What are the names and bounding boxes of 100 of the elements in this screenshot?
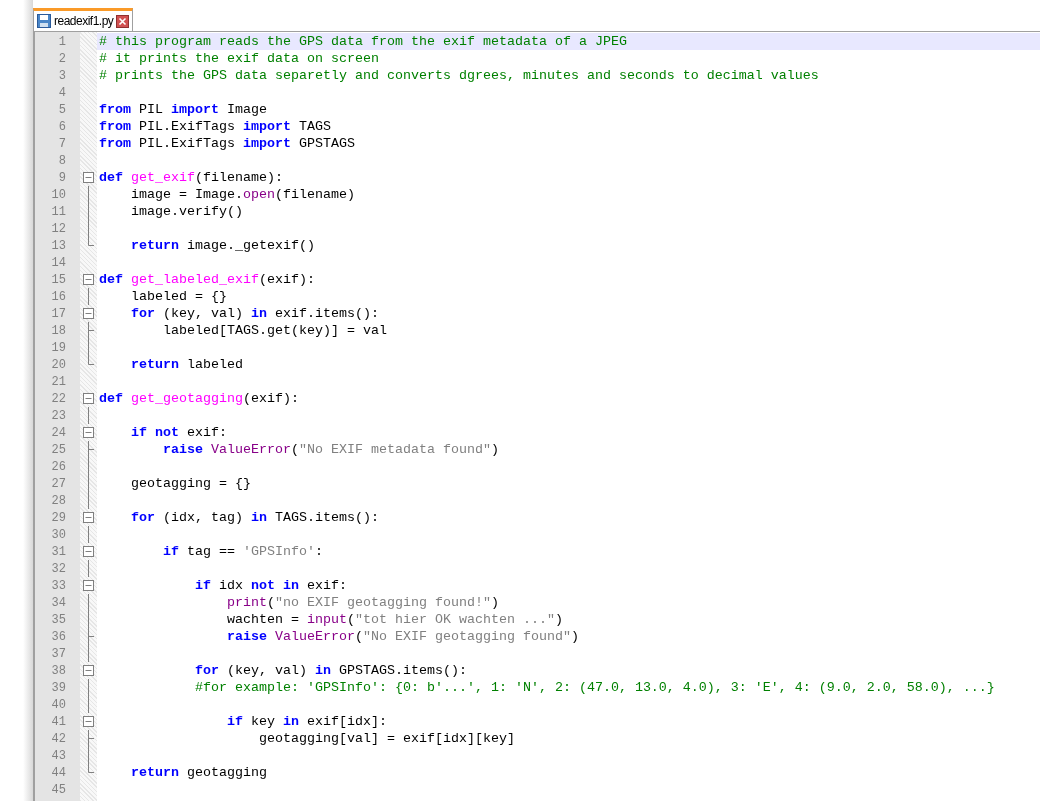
code-line: for (key, val) in exif.items():	[130, 306, 379, 321]
code-line: if idx not in exif:	[193, 578, 347, 593]
fold-branch-line	[88, 730, 94, 747]
line-number: 40	[51, 698, 66, 711]
line-number: 8	[58, 154, 66, 167]
code-line: from PIL.ExifTags import TAGS	[99, 119, 331, 134]
code-line: labeled[TAGS.get(key)] = val	[162, 323, 387, 338]
line-number: 28	[51, 494, 66, 507]
fold-guide-line	[88, 288, 89, 305]
line-number: 23	[51, 409, 66, 422]
code-line: labeled = {}	[130, 289, 227, 304]
line-number: 9	[58, 171, 66, 184]
line-number: 22	[51, 392, 66, 405]
fold-guide-line	[88, 526, 89, 543]
code-line: raise ValueError("No EXIF geotagging found")	[225, 629, 579, 644]
fold-minus-icon[interactable]	[83, 580, 94, 591]
fold-end-line	[88, 237, 94, 246]
code-line: # it prints the exif data on screen	[99, 51, 379, 66]
fold-end-line	[88, 356, 94, 365]
code-line: wachten = input("tot hier OK wachten ...")	[225, 612, 563, 627]
code-line: return geotagging	[130, 765, 267, 780]
fold-minus-icon[interactable]	[83, 546, 94, 557]
fold-branch-line	[88, 628, 94, 645]
line-number: 25	[51, 443, 66, 456]
line-number: 43	[51, 749, 66, 762]
line-number: 31	[51, 545, 66, 558]
line-number: 13	[51, 239, 66, 252]
fold-minus-icon[interactable]	[83, 274, 94, 285]
line-number: 11	[51, 205, 66, 218]
line-number: 2	[58, 52, 66, 65]
line-number: 5	[58, 103, 66, 116]
line-number: 6	[58, 120, 66, 133]
line-number: 4	[58, 86, 66, 99]
line-number: 29	[51, 511, 66, 524]
line-number: 1	[58, 35, 66, 48]
fold-minus-icon[interactable]	[83, 427, 94, 438]
code-line: print("no EXIF geotagging found!")	[225, 595, 499, 610]
file-tab[interactable]: readexif1.py	[33, 8, 134, 31]
line-number: 14	[51, 256, 66, 269]
fold-minus-icon[interactable]	[83, 512, 94, 523]
code-line: # this program reads the GPS data from the exif metadata of a JPEG	[99, 34, 627, 49]
code-line: return image._getexif()	[130, 238, 315, 253]
line-number: 20	[51, 358, 66, 371]
line-number: 27	[51, 477, 66, 490]
line-number: 12	[51, 222, 66, 235]
fold-guide-line	[88, 407, 89, 424]
line-number: 37	[51, 647, 66, 660]
code-line: geotagging = {}	[130, 476, 251, 491]
fold-minus-icon[interactable]	[83, 716, 94, 727]
close-icon[interactable]	[116, 14, 130, 28]
line-number: 39	[51, 681, 66, 694]
line-number: 3	[58, 69, 66, 82]
line-number: 44	[51, 766, 66, 779]
fold-guide-line	[88, 339, 89, 356]
code-line: if not exif:	[130, 425, 227, 440]
line-number: 16	[51, 290, 66, 303]
code-line: def get_exif(filename):	[99, 170, 283, 185]
code-line: # prints the GPS data separetly and converts dgrees, minutes and seconds to decimal values	[99, 68, 819, 83]
code-line: geotagging[val] = exif[idx][key]	[257, 731, 515, 746]
line-number: 10	[51, 188, 66, 201]
line-number: 18	[51, 324, 66, 337]
fold-guide-line	[88, 560, 89, 577]
code-line: image.verify()	[130, 204, 243, 219]
fold-minus-icon[interactable]	[83, 308, 94, 319]
line-number: 36	[51, 630, 66, 643]
line-number: 45	[51, 783, 66, 796]
code-line: return labeled	[130, 357, 243, 372]
line-number: 19	[51, 341, 66, 354]
line-number: 34	[51, 596, 66, 609]
code-line: from PIL.ExifTags import GPSTAGS	[99, 136, 355, 151]
fold-guide-line	[88, 747, 89, 764]
line-number: 21	[51, 375, 66, 388]
line-number: 17	[51, 307, 66, 320]
line-number: 30	[51, 528, 66, 541]
tab-title: readexif1.py	[54, 13, 114, 30]
code-line: if key in exif[idx]:	[225, 714, 387, 729]
line-number: 15	[51, 273, 66, 286]
fold-minus-icon[interactable]	[83, 665, 94, 676]
code-line: raise ValueError("No EXIF metadata found")	[162, 442, 499, 457]
line-number: 35	[51, 613, 66, 626]
line-number: 42	[51, 732, 66, 745]
line-number: 26	[51, 460, 66, 473]
code-line: def get_labeled_exif(exif):	[99, 272, 315, 287]
line-number: 33	[51, 579, 66, 592]
fold-branch-line	[88, 441, 94, 458]
line-number: 38	[51, 664, 66, 677]
line-number: 41	[51, 715, 66, 728]
fold-branch-line	[88, 322, 94, 339]
line-number: 7	[58, 137, 66, 150]
line-number: 24	[51, 426, 66, 439]
line-number: 32	[51, 562, 66, 575]
code-line: if tag == 'GPSInfo':	[162, 544, 323, 559]
code-line: image = Image.open(filename)	[130, 187, 355, 202]
fold-minus-icon[interactable]	[83, 393, 94, 404]
code-line: from PIL import Image	[99, 102, 267, 117]
fold-minus-icon[interactable]	[83, 172, 94, 183]
code-line: for (key, val) in GPSTAGS.items():	[193, 663, 467, 678]
code-line: def get_geotagging(exif):	[99, 391, 299, 406]
code-line: for (idx, tag) in TAGS.items():	[130, 510, 379, 525]
fold-guide-line	[88, 645, 89, 662]
